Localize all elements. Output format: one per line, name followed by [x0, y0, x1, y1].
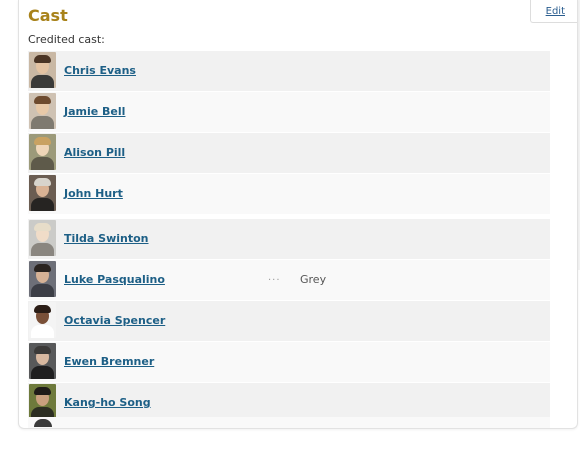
actor-name-link[interactable]: Ewen Bremner	[64, 355, 154, 368]
actor-name-link[interactable]: Luke Pasqualino	[64, 273, 165, 286]
cast-row: Ewen Bremner	[28, 342, 550, 383]
cast-row-partial	[28, 417, 550, 428]
actor-name-link[interactable]: Kang-ho Song	[64, 396, 151, 409]
credited-cast-label: Credited cast:	[28, 33, 105, 46]
actor-headshot[interactable]	[29, 220, 56, 256]
cast-heading: Cast	[28, 6, 68, 25]
actor-name-link[interactable]: Chris Evans	[64, 64, 136, 77]
cast-list: Chris Evans Jamie Bell Alison Pill John Hur…	[28, 51, 550, 424]
actor-headshot[interactable]	[29, 261, 56, 297]
cast-row: Luke Pasqualino... Grey	[28, 260, 550, 301]
cast-row: John Hurt	[28, 174, 550, 215]
actor-name-link[interactable]: Jamie Bell	[64, 105, 125, 118]
character-name: Grey	[300, 273, 327, 286]
edit-tab: Edit	[530, 0, 577, 23]
actor-name-link[interactable]: John Hurt	[64, 187, 123, 200]
actor-headshot[interactable]	[29, 343, 56, 379]
actor-headshot-partial	[34, 419, 52, 427]
actor-name-link[interactable]: Octavia Spencer	[64, 314, 165, 327]
actor-headshot[interactable]	[29, 134, 56, 170]
actor-headshot[interactable]	[29, 52, 56, 88]
cast-row: Tilda Swinton	[28, 219, 550, 260]
actor-name-link[interactable]: Tilda Swinton	[64, 232, 149, 245]
actor-headshot[interactable]	[29, 175, 56, 211]
edit-link[interactable]: Edit	[546, 6, 565, 17]
actor-headshot[interactable]	[29, 302, 56, 338]
cast-panel: Edit Cast Credited cast: Chris Evans Jami…	[18, 0, 578, 429]
cast-row: Jamie Bell	[28, 92, 550, 133]
cast-row: Chris Evans	[28, 51, 550, 92]
cast-row: Octavia Spencer	[28, 301, 550, 342]
cast-row: Alison Pill	[28, 133, 550, 174]
actor-name-link[interactable]: Alison Pill	[64, 146, 125, 159]
actor-headshot[interactable]	[29, 384, 56, 420]
role-separator: ...	[268, 272, 281, 283]
actor-headshot[interactable]	[29, 93, 56, 129]
